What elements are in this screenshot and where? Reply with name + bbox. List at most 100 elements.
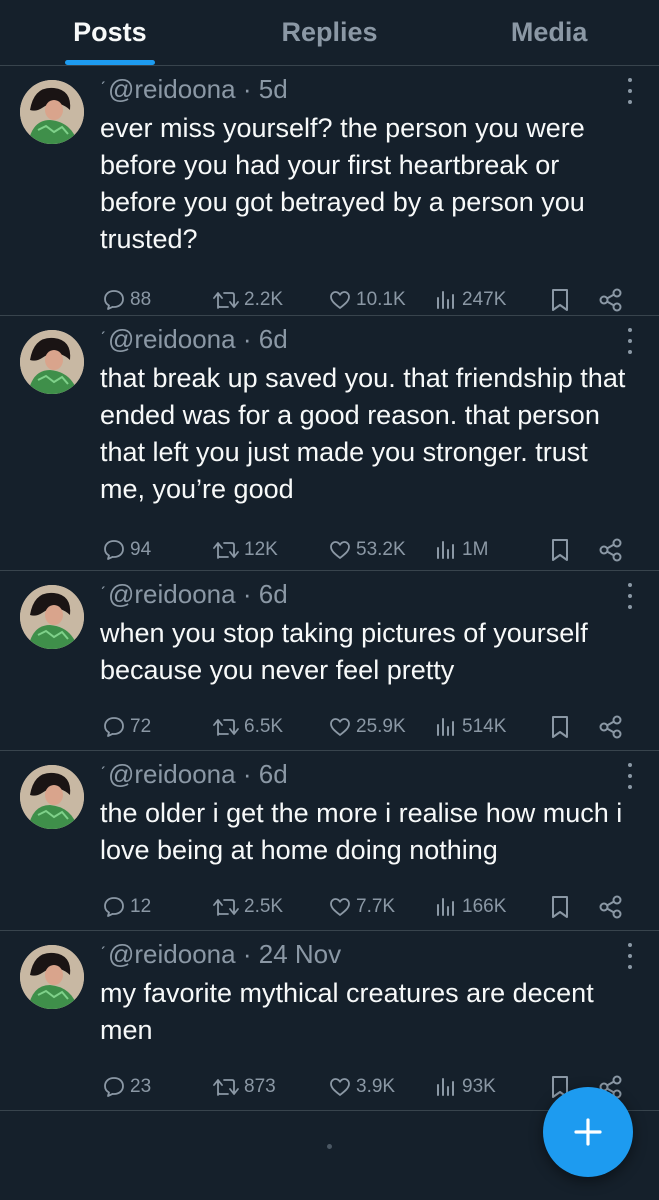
post-time[interactable]: 6d <box>259 324 288 354</box>
post-time[interactable]: 6d <box>259 579 288 609</box>
post[interactable]: ˊ@reidoona · 24 Nov my favorite mythical… <box>0 931 659 1111</box>
handle-mark: ˊ <box>100 584 106 604</box>
like-count: 7.7K <box>356 896 396 917</box>
post[interactable]: ˊ@reidoona · 6d when you stop taking pic… <box>0 571 659 751</box>
bookmark-button[interactable] <box>548 894 572 920</box>
meta-separator: · <box>242 939 252 969</box>
handle-mark: ˊ <box>100 79 106 99</box>
speech-bubble-icon <box>104 717 124 737</box>
views-button[interactable]: 93K <box>434 1075 496 1099</box>
share-icon <box>599 538 622 562</box>
reply-button[interactable]: 88 <box>102 288 151 312</box>
compose-button[interactable] <box>543 1087 633 1177</box>
more-icon[interactable] <box>623 943 637 969</box>
views-button[interactable]: 247K <box>434 288 506 312</box>
post-actions: 12 2.5K 7.7K 166K <box>100 877 635 937</box>
posts-feed: ˊ@reidoona · 5d ever miss yourself? the … <box>0 66 659 1111</box>
post-handle[interactable]: @reidoona <box>108 939 236 969</box>
view-count: 166K <box>462 896 507 917</box>
share-button[interactable] <box>598 287 624 313</box>
heart-icon <box>330 718 350 736</box>
repost-button[interactable]: 2.2K <box>212 288 283 312</box>
post-text: when you stop taking pictures of yoursel… <box>100 618 588 685</box>
share-button[interactable] <box>598 537 624 563</box>
heart-icon <box>330 1078 350 1096</box>
repost-arrows-icon <box>213 292 239 309</box>
share-button[interactable] <box>598 894 624 920</box>
like-button[interactable]: 7.7K <box>328 895 395 919</box>
share-button[interactable] <box>598 714 624 740</box>
post[interactable]: ˊ@reidoona · 6d that break up saved you.… <box>0 316 659 571</box>
reply-button[interactable]: 23 <box>102 1075 151 1099</box>
repost-count: 6.5K <box>244 716 284 737</box>
reply-button[interactable]: 94 <box>102 538 151 562</box>
tab-replies[interactable]: Replies <box>220 0 440 65</box>
post[interactable]: ˊ@reidoona · 6d the older i get the more… <box>0 751 659 931</box>
post-time[interactable]: 5d <box>259 74 288 104</box>
repost-button[interactable]: 6.5K <box>212 715 283 739</box>
post-handle[interactable]: @reidoona <box>108 579 236 609</box>
bookmark-button[interactable] <box>548 714 572 740</box>
tab-media[interactable]: Media <box>439 0 659 65</box>
plus-icon <box>574 1118 602 1146</box>
post-meta: ˊ@reidoona · 24 Nov <box>100 931 635 971</box>
reply-button[interactable]: 12 <box>102 895 151 919</box>
more-icon[interactable] <box>623 583 637 609</box>
like-button[interactable]: 53.2K <box>328 538 406 562</box>
more-icon[interactable] <box>623 763 637 789</box>
views-button[interactable]: 514K <box>434 715 506 739</box>
post-meta: ˊ@reidoona · 6d <box>100 751 635 791</box>
repost-count: 12K <box>244 539 278 560</box>
bar-chart-icon <box>437 718 454 736</box>
like-button[interactable]: 25.9K <box>328 715 406 739</box>
bookmark-button[interactable] <box>548 537 572 563</box>
tab-label: Replies <box>281 17 378 47</box>
post-time[interactable]: 6d <box>259 759 288 789</box>
repost-button[interactable]: 873 <box>212 1075 276 1099</box>
avatar[interactable] <box>20 585 84 649</box>
post-handle[interactable]: @reidoona <box>108 324 236 354</box>
bookmark-icon <box>552 539 568 561</box>
like-count: 3.9K <box>356 1076 396 1097</box>
reply-button[interactable]: 72 <box>102 715 151 739</box>
avatar[interactable] <box>20 80 84 144</box>
avatar[interactable] <box>20 330 84 394</box>
avatar-image <box>20 765 84 829</box>
post[interactable]: ˊ@reidoona · 5d ever miss yourself? the … <box>0 66 659 316</box>
loading-indicator-dot <box>327 1144 332 1149</box>
post-time[interactable]: 24 Nov <box>259 939 341 969</box>
view-count: 514K <box>462 716 507 737</box>
tab-label: Posts <box>73 17 147 47</box>
bar-chart-icon <box>437 541 454 559</box>
view-count: 93K <box>462 1076 496 1097</box>
avatar[interactable] <box>20 765 84 829</box>
view-count: 247K <box>462 289 507 310</box>
like-button[interactable]: 10.1K <box>328 288 406 312</box>
heart-icon <box>330 291 350 309</box>
meta-separator: · <box>242 579 252 609</box>
more-icon[interactable] <box>623 328 637 354</box>
view-count: 1M <box>462 539 489 560</box>
like-button[interactable]: 3.9K <box>328 1075 395 1099</box>
speech-bubble-icon <box>104 290 124 310</box>
meta-separator: · <box>242 74 252 104</box>
more-icon[interactable] <box>623 78 637 104</box>
views-button[interactable]: 166K <box>434 895 506 919</box>
bar-chart-icon <box>437 291 454 309</box>
avatar-image <box>20 80 84 144</box>
like-count: 10.1K <box>356 289 406 310</box>
repost-count: 2.2K <box>244 289 284 310</box>
post-meta: ˊ@reidoona · 6d <box>100 316 635 356</box>
bookmark-button[interactable] <box>548 287 572 313</box>
repost-button[interactable]: 12K <box>212 538 278 562</box>
avatar-image <box>20 585 84 649</box>
repost-button[interactable]: 2.5K <box>212 895 283 919</box>
post-handle[interactable]: @reidoona <box>108 74 236 104</box>
views-button[interactable]: 1M <box>434 538 488 562</box>
post-handle[interactable]: @reidoona <box>108 759 236 789</box>
tab-posts[interactable]: Posts <box>0 0 220 65</box>
avatar[interactable] <box>20 945 84 1009</box>
share-icon <box>599 288 622 312</box>
post-text: ever miss yourself? the person you were … <box>100 113 585 254</box>
bar-chart-icon <box>437 898 454 916</box>
